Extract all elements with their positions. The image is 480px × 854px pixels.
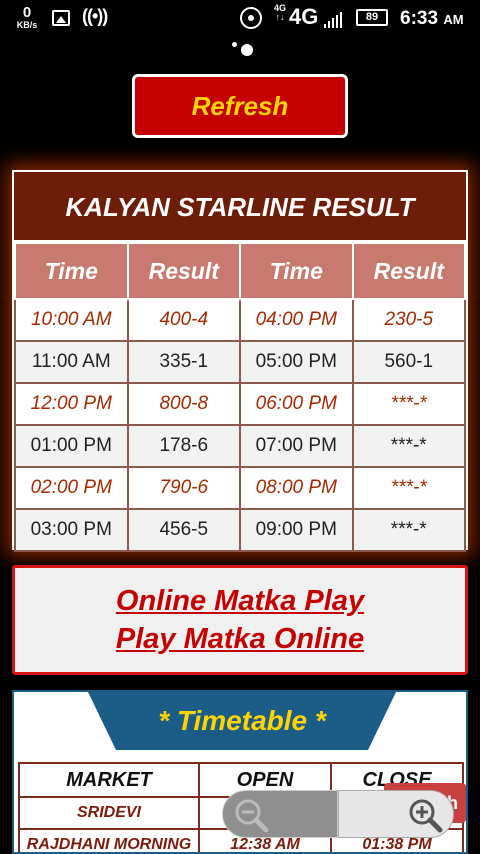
zoom-out-icon xyxy=(235,799,269,833)
result-cell: ***-* xyxy=(351,466,466,510)
result-cell: 400-4 xyxy=(126,298,241,342)
time-cell: 04:00 PM xyxy=(239,298,354,342)
clock: 6:33 AM xyxy=(400,8,464,30)
signal-strength-icon xyxy=(324,10,342,28)
network-type: 4G xyxy=(289,4,319,29)
table-row: 10:00 AM 400-4 04:00 PM 230-5 xyxy=(14,298,466,342)
header-time-1: Time xyxy=(14,242,129,300)
time-cell: 11:00 AM xyxy=(14,340,129,384)
clock-time: 6:33 xyxy=(400,8,439,29)
header-result-1: Result xyxy=(126,242,241,300)
time-cell: 09:00 PM xyxy=(239,508,354,552)
time-cell: 05:00 PM xyxy=(239,340,354,384)
network-speed: 0 KB/s xyxy=(12,5,42,30)
result-cell: 230-5 xyxy=(351,298,466,342)
market-cell: RAJDHANI MORNING xyxy=(18,828,200,852)
network-speed-value: 0 xyxy=(22,4,32,21)
result-cell: 790-6 xyxy=(126,466,241,510)
zoom-in-button[interactable] xyxy=(338,790,454,838)
result-table: Time Result Time Result 10:00 AM 400-4 0… xyxy=(14,242,466,552)
table-row: 01:00 PM 178-6 07:00 PM ***-* xyxy=(14,424,466,468)
header-result-2: Result xyxy=(351,242,466,300)
result-cell: ***-* xyxy=(351,382,466,426)
zoom-in-icon xyxy=(409,799,443,833)
time-cell: 12:00 PM xyxy=(14,382,129,426)
time-cell: 08:00 PM xyxy=(239,466,354,510)
refresh-button[interactable]: Refresh xyxy=(132,74,348,138)
result-cell: ***-* xyxy=(351,424,466,468)
network-type-small: 4G ↑↓ xyxy=(274,3,287,22)
timetable-title: * Timetable * xyxy=(158,705,326,736)
result-cell: 800-8 xyxy=(126,382,241,426)
result-cell: 456-5 xyxy=(126,508,241,552)
result-title: KALYAN STARLINE RESULT xyxy=(14,172,466,242)
result-cell: ***-* xyxy=(351,508,466,552)
time-cell: 07:00 PM xyxy=(239,424,354,468)
matka-links-box: Online Matka Play Play Matka Online xyxy=(12,565,468,675)
table-row: 11:00 AM 335-1 05:00 PM 560-1 xyxy=(14,340,466,384)
result-header-row: Time Result Time Result xyxy=(14,242,466,300)
time-cell: 06:00 PM xyxy=(239,382,354,426)
time-cell: 03:00 PM xyxy=(14,508,129,552)
starline-result-panel: KALYAN STARLINE RESULT Time Result Time … xyxy=(12,170,468,552)
market-cell: SRIDEVI xyxy=(18,796,200,830)
zoom-control xyxy=(222,790,454,838)
header-time-2: Time xyxy=(239,242,354,300)
online-matka-play-link[interactable]: Online Matka Play xyxy=(15,582,465,620)
zoom-out-button[interactable] xyxy=(222,790,338,838)
result-cell: 178-6 xyxy=(126,424,241,468)
time-cell: 10:00 AM xyxy=(14,298,129,342)
play-matka-online-link[interactable]: Play Matka Online xyxy=(15,620,465,658)
wireless-signal-icon: ((•)) xyxy=(82,6,108,26)
gallery-icon xyxy=(52,10,70,26)
table-row: 12:00 PM 800-8 06:00 PM ***-* xyxy=(14,382,466,426)
hotspot-icon xyxy=(240,7,262,29)
table-row: 02:00 PM 790-6 08:00 PM ***-* xyxy=(14,466,466,510)
status-bar: 0 KB/s ((•)) 4G ↑↓ 4G 89 6:33 AM xyxy=(0,0,480,56)
header-market: MARKET xyxy=(18,762,200,798)
result-cell: 335-1 xyxy=(126,340,241,384)
network-speed-unit: KB/s xyxy=(16,20,38,30)
result-cell: 560-1 xyxy=(351,340,466,384)
table-row: 03:00 PM 456-5 09:00 PM ***-* xyxy=(14,508,466,552)
clock-ampm: AM xyxy=(443,12,464,27)
time-cell: 01:00 PM xyxy=(14,424,129,468)
time-cell: 02:00 PM xyxy=(14,466,129,510)
timetable-header: * Timetable * xyxy=(88,692,396,750)
battery-icon: 89 xyxy=(356,9,388,26)
